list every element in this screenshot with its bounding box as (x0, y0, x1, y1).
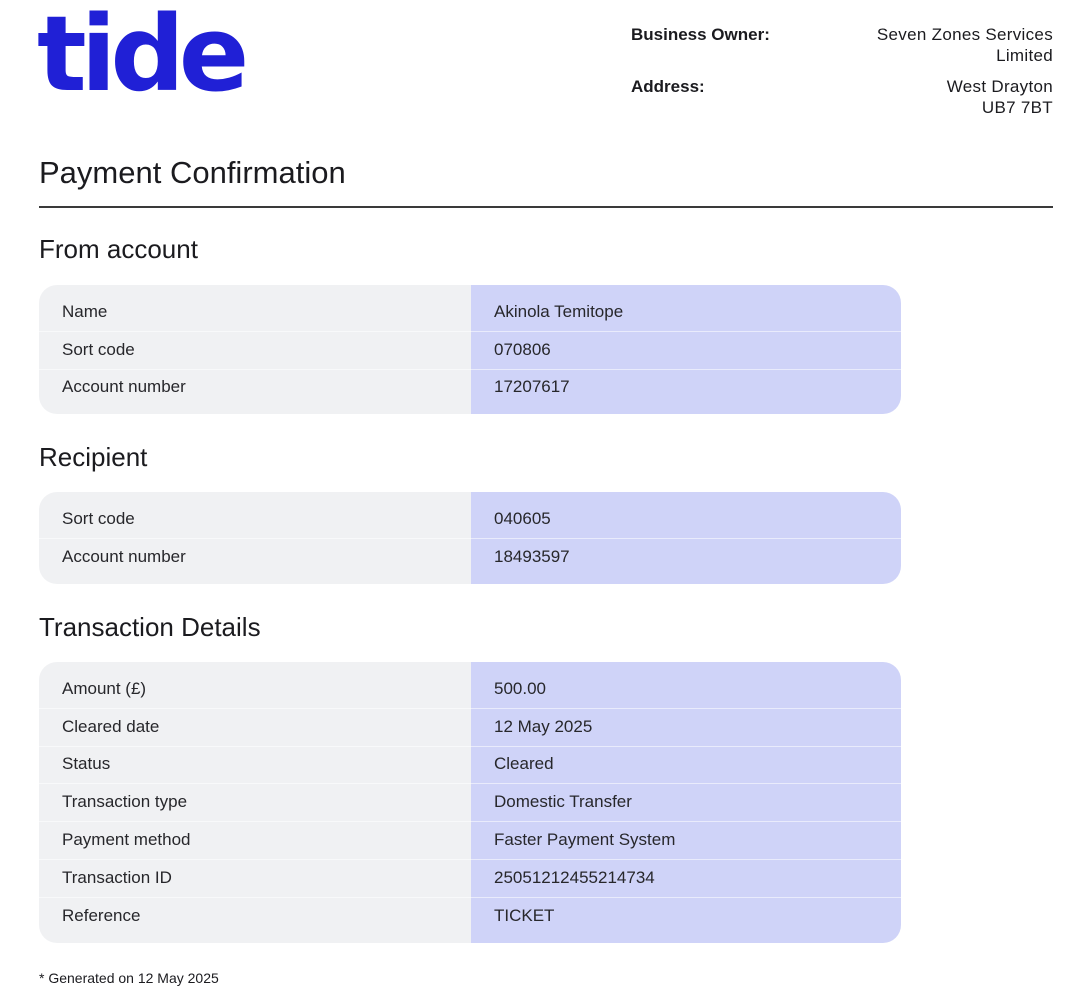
title-divider (39, 206, 1053, 208)
row-label: Transaction ID (62, 867, 172, 887)
business-owner-value: Seven Zones Services Limited (876, 25, 1053, 65)
address-line-2: UB7 7BT (981, 98, 1053, 117)
row-value: 040605 (494, 508, 551, 528)
transaction-row-status: Status Cleared (39, 746, 901, 784)
from-account-row-account-number: Account number 17207617 (39, 369, 901, 407)
address-value: West Drayton UB7 7BT (843, 76, 1053, 118)
transaction-row-reference: Reference TICKET (39, 897, 901, 935)
row-value: Domestic Transfer (494, 792, 632, 812)
recipient-panel: Sort code 040605 Account number 18493597 (39, 492, 901, 584)
from-account-rows: Name Akinola Temitope Sort code 070806 A… (39, 285, 901, 414)
address-label: Address: (631, 77, 705, 96)
row-value: 500.00 (494, 678, 546, 698)
transaction-row-type: Transaction type Domestic Transfer (39, 783, 901, 821)
transaction-details-rows: Amount (£) 500.00 Cleared date 12 May 20… (39, 662, 901, 943)
business-owner-row: Business Owner: Seven Zones Services Lim… (631, 24, 1053, 66)
row-label: Transaction type (62, 792, 188, 812)
row-label: Account number (62, 546, 186, 566)
row-label: Sort code (62, 339, 135, 359)
row-value: 12 May 2025 (494, 716, 593, 736)
from-account-row-name: Name Akinola Temitope (39, 293, 901, 331)
from-account-row-sort-code: Sort code 070806 (39, 331, 901, 369)
generated-footnote: * Generated on 12 May 2025 (39, 970, 219, 986)
page-title: Payment Confirmation (39, 155, 346, 190)
row-label: Payment method (62, 830, 191, 850)
row-label: Name (62, 301, 108, 321)
transaction-details-panel: Amount (£) 500.00 Cleared date 12 May 20… (39, 662, 901, 943)
business-owner-block: Business Owner: Seven Zones Services Lim… (631, 24, 1053, 128)
row-label: Amount (£) (62, 678, 147, 698)
row-value: TICKET (494, 905, 555, 925)
row-value: Faster Payment System (494, 830, 676, 850)
transaction-row-amount: Amount (£) 500.00 (39, 670, 901, 708)
address-line-1: West Drayton (946, 77, 1053, 96)
from-account-panel: Name Akinola Temitope Sort code 070806 A… (39, 285, 901, 415)
row-label: Cleared date (62, 716, 160, 736)
row-value: 18493597 (494, 546, 570, 566)
address-row: Address: West Drayton UB7 7BT (631, 76, 1053, 118)
recipient-rows: Sort code 040605 Account number 18493597 (39, 492, 901, 584)
transaction-row-cleared-date: Cleared date 12 May 2025 (39, 708, 901, 746)
recipient-row-sort-code: Sort code 040605 (39, 500, 901, 538)
row-label: Sort code (62, 508, 135, 528)
transaction-row-payment-method: Payment method Faster Payment System (39, 821, 901, 859)
from-account-heading: From account (39, 234, 198, 264)
business-owner-label: Business Owner: (631, 25, 770, 44)
row-value: 25051212455214734 (494, 867, 655, 887)
tide-logo: tide (37, 0, 249, 115)
row-value: Akinola Temitope (494, 301, 624, 321)
row-label: Account number (62, 377, 186, 397)
transaction-details-heading: Transaction Details (39, 612, 261, 642)
row-value: Cleared (494, 754, 554, 774)
transaction-row-id: Transaction ID 25051212455214734 (39, 859, 901, 897)
row-value: 070806 (494, 339, 551, 359)
row-label: Status (62, 754, 111, 774)
row-value: 17207617 (494, 377, 570, 397)
row-label: Reference (62, 905, 141, 925)
recipient-heading: Recipient (39, 442, 148, 472)
recipient-row-account-number: Account number 18493597 (39, 538, 901, 576)
